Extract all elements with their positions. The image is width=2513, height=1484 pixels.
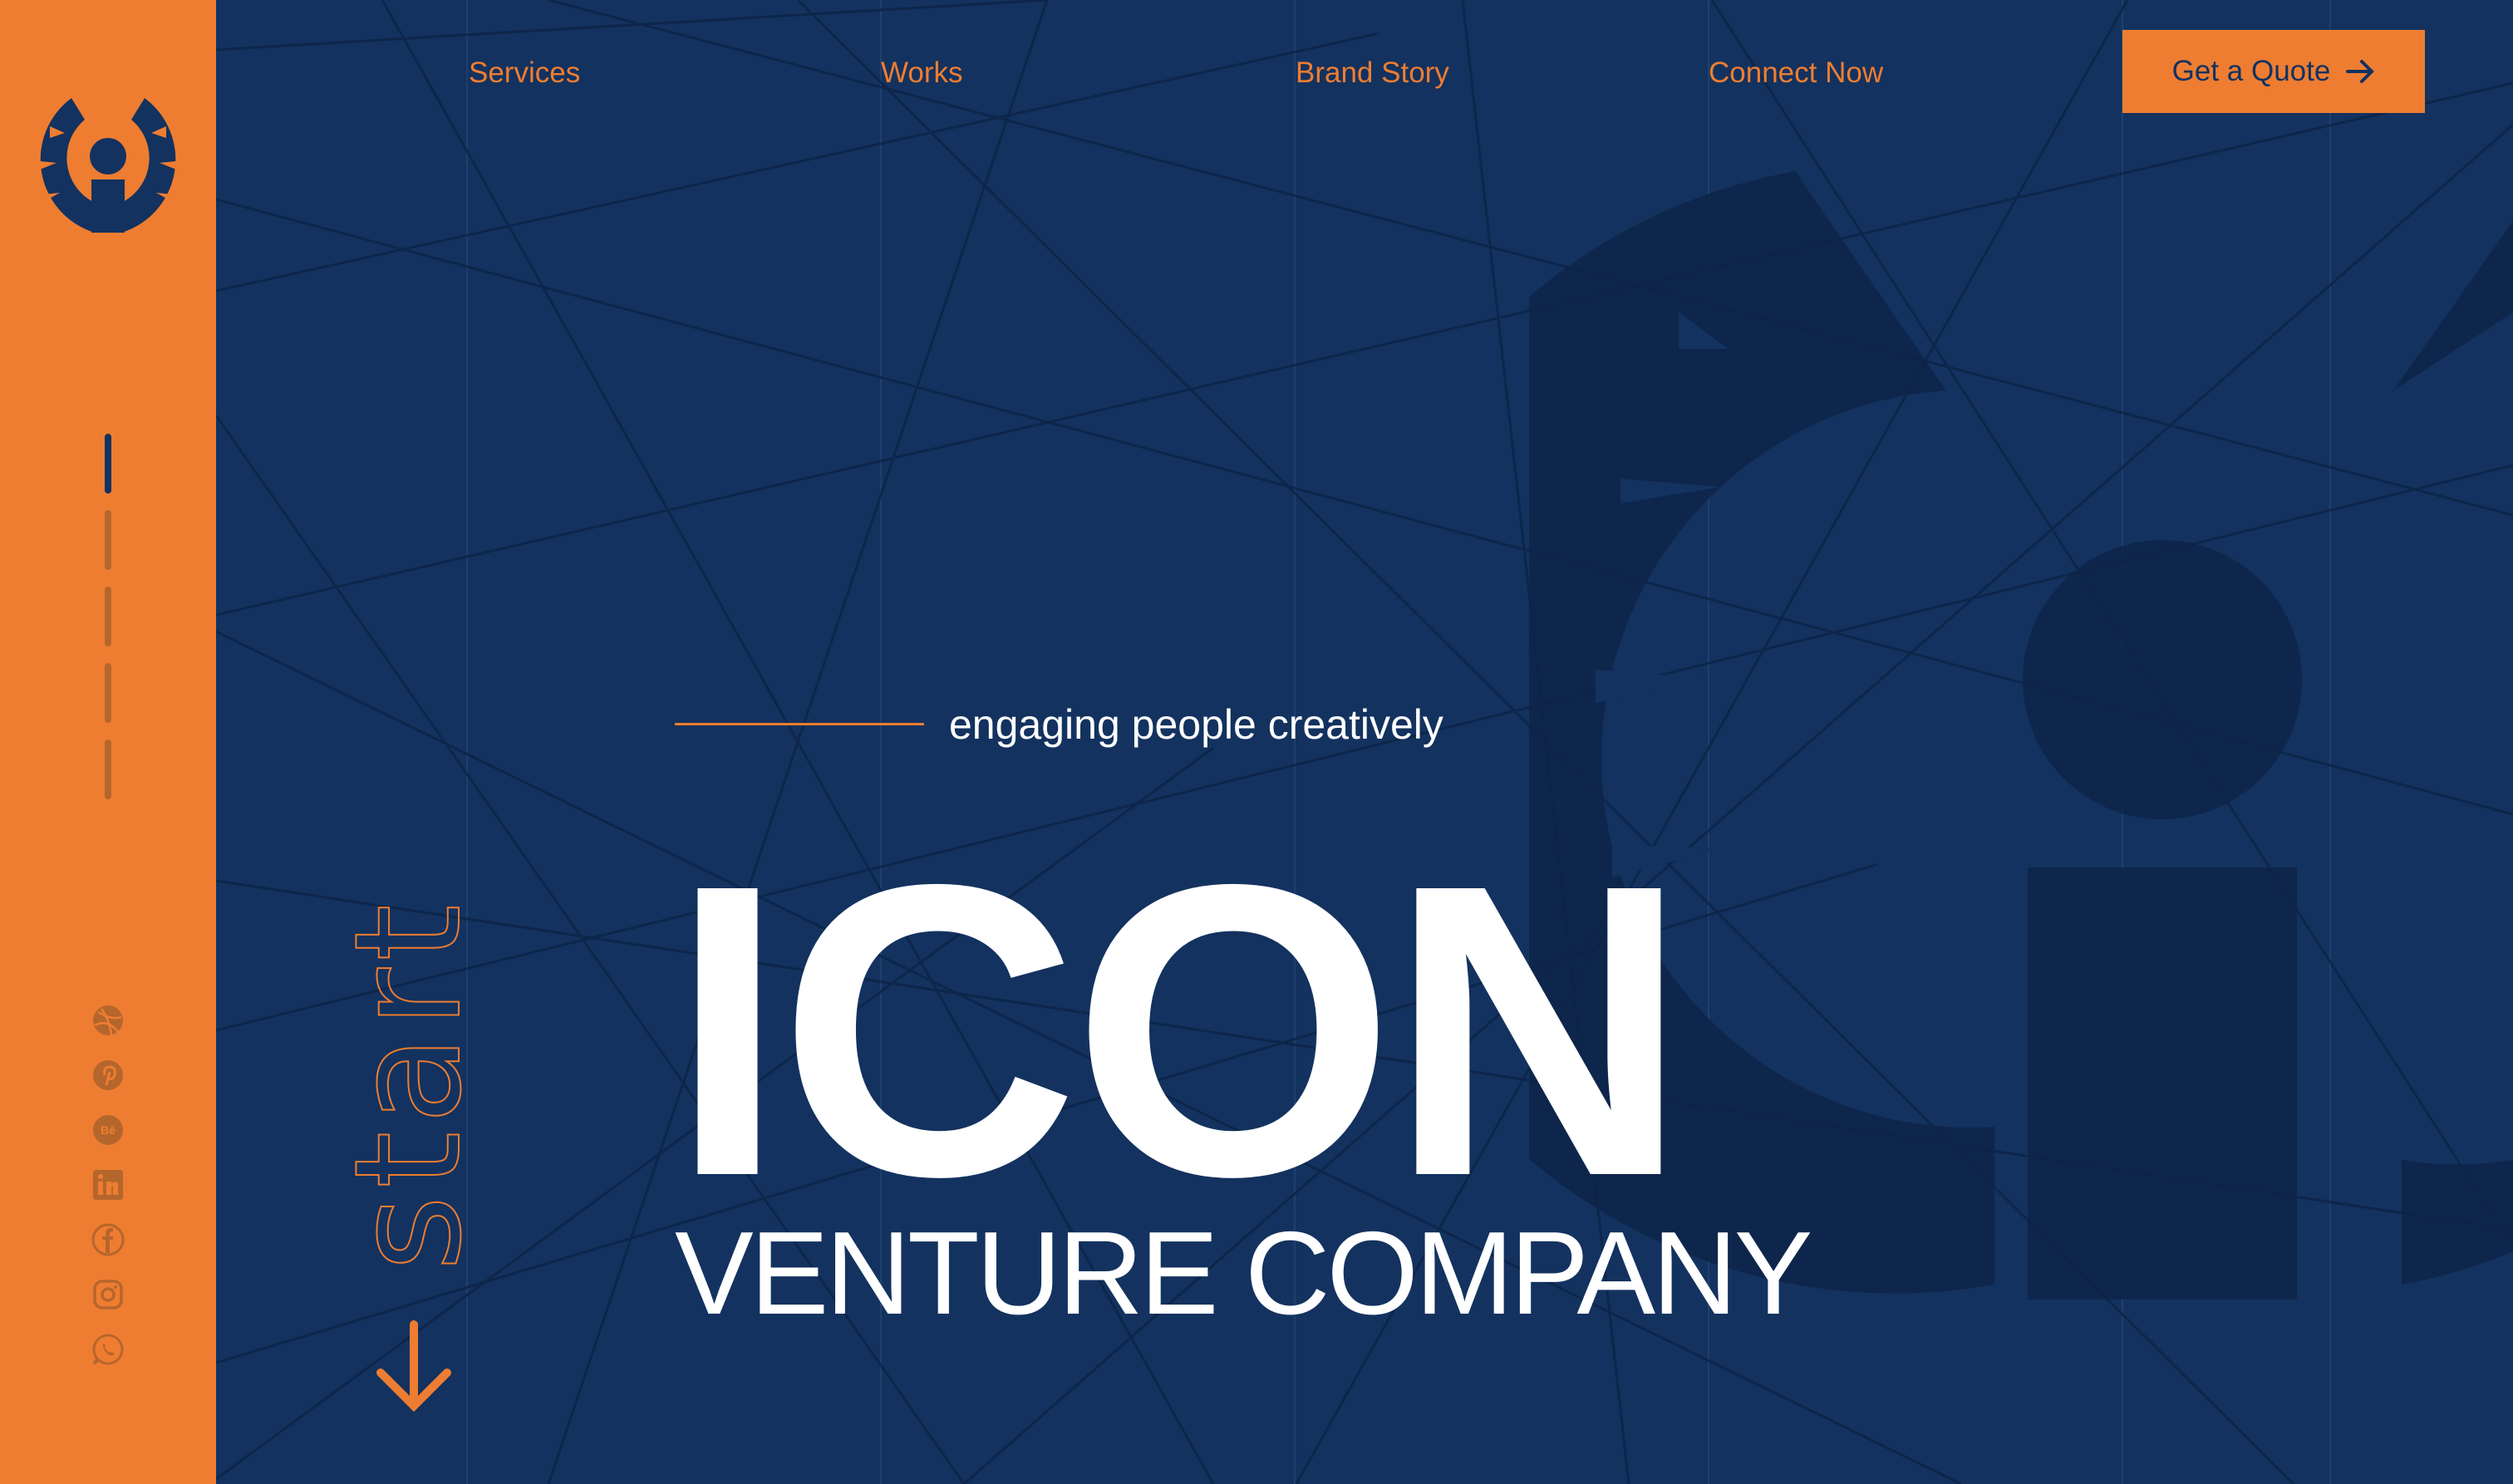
progress-step-4[interactable] [105,663,111,723]
behance-icon[interactable]: Bē [90,1112,126,1148]
hero-tagline: engaging people creatively [949,701,1443,748]
progress-step-2[interactable] [105,510,111,570]
scroll-start-label: start [322,897,494,1272]
tagline-divider [675,723,924,725]
section-progress [101,434,115,799]
dribbble-icon[interactable] [90,1002,126,1039]
get-a-quote-button[interactable]: Get a Quote [2122,30,2425,113]
sidebar: Bē [0,0,216,1484]
nav-brand-story[interactable]: Brand Story [1296,50,1449,96]
arrow-down-icon[interactable] [371,1318,457,1416]
facebook-icon[interactable] [90,1221,126,1258]
svg-text:Bē: Bē [101,1123,116,1137]
whatsapp-icon[interactable] [90,1331,126,1368]
linkedin-icon[interactable] [90,1167,126,1203]
get-a-quote-label: Get a Quote [2171,55,2331,87]
nav-connect-now[interactable]: Connect Now [1709,50,1883,96]
nav-services[interactable]: Services [469,50,580,96]
progress-step-3[interactable] [105,587,111,646]
social-links: Bē [90,1002,126,1368]
hero-title: ICON [670,798,1689,1262]
arrow-right-icon [2346,60,2375,83]
icon-venture-logo[interactable] [32,93,184,236]
progress-step-5[interactable] [105,740,111,799]
page: Bē start Services Works Brand Story Conn… [0,0,2513,1484]
pinterest-icon[interactable] [90,1057,126,1093]
instagram-icon[interactable] [90,1276,126,1313]
hero-subtitle: VENTURE COMPANY [675,1207,1812,1339]
progress-step-1[interactable] [105,434,111,494]
nav-works[interactable]: Works [881,50,963,96]
